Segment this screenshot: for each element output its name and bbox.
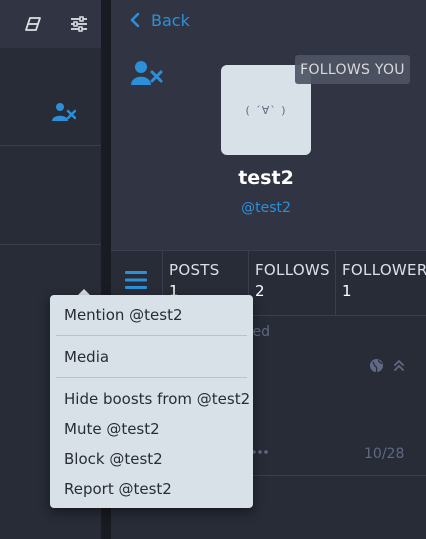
menu-item-mute[interactable]: Mute @test2 bbox=[50, 414, 253, 444]
follows-you-badge: FOLLOWS YOU bbox=[295, 55, 410, 84]
account-handle[interactable]: @test2 bbox=[111, 200, 421, 216]
profile-header: ( ´∀` ) FOLLOWS YOU test2 @test2 bbox=[111, 40, 426, 250]
menu-divider bbox=[56, 335, 247, 336]
menu-item-hide-boosts[interactable]: Hide boosts from @test2 bbox=[50, 384, 253, 414]
followers-count-value: 1 bbox=[342, 282, 352, 300]
follows-count[interactable]: FOLLOWS 2 bbox=[248, 251, 335, 315]
user-times-icon[interactable] bbox=[131, 60, 163, 86]
back-label: Back bbox=[151, 10, 190, 30]
menu-divider bbox=[56, 377, 247, 378]
eraser-icon[interactable] bbox=[21, 12, 45, 36]
menu-item-block[interactable]: Block @test2 bbox=[50, 444, 253, 474]
left-column-header bbox=[0, 0, 101, 48]
menu-item-mention[interactable]: Mention @test2 bbox=[50, 300, 253, 330]
globe-icon bbox=[369, 358, 384, 373]
back-button[interactable]: Back bbox=[111, 0, 426, 40]
status-date[interactable]: 10/28 bbox=[364, 446, 404, 462]
follows-count-label: FOLLOWS bbox=[255, 261, 330, 279]
bars-icon bbox=[125, 271, 147, 289]
follows-count-value: 2 bbox=[255, 282, 265, 300]
posts-count-label: POSTS bbox=[169, 261, 220, 279]
sliders-icon[interactable] bbox=[67, 12, 91, 36]
ellipsis-icon[interactable] bbox=[251, 448, 269, 456]
left-list-item[interactable] bbox=[0, 147, 101, 245]
account-dropdown-menu: Mention @test2 Media Hide boosts from @t… bbox=[50, 295, 253, 508]
left-list-item[interactable] bbox=[0, 48, 101, 146]
user-times-icon[interactable] bbox=[52, 102, 76, 122]
followers-count-label: FOLLOWER bbox=[342, 261, 426, 279]
display-name: test2 bbox=[238, 167, 294, 189]
menu-item-report[interactable]: Report @test2 bbox=[50, 474, 253, 504]
chevron-left-icon bbox=[130, 13, 140, 27]
double-chevron-up-icon[interactable] bbox=[393, 359, 405, 371]
followers-count[interactable]: FOLLOWER 1 bbox=[335, 251, 426, 315]
menu-item-media[interactable]: Media bbox=[50, 342, 253, 372]
app-root: Back ( ´∀` ) FOLLOWS YOU test2 @test2 PO… bbox=[0, 0, 426, 539]
